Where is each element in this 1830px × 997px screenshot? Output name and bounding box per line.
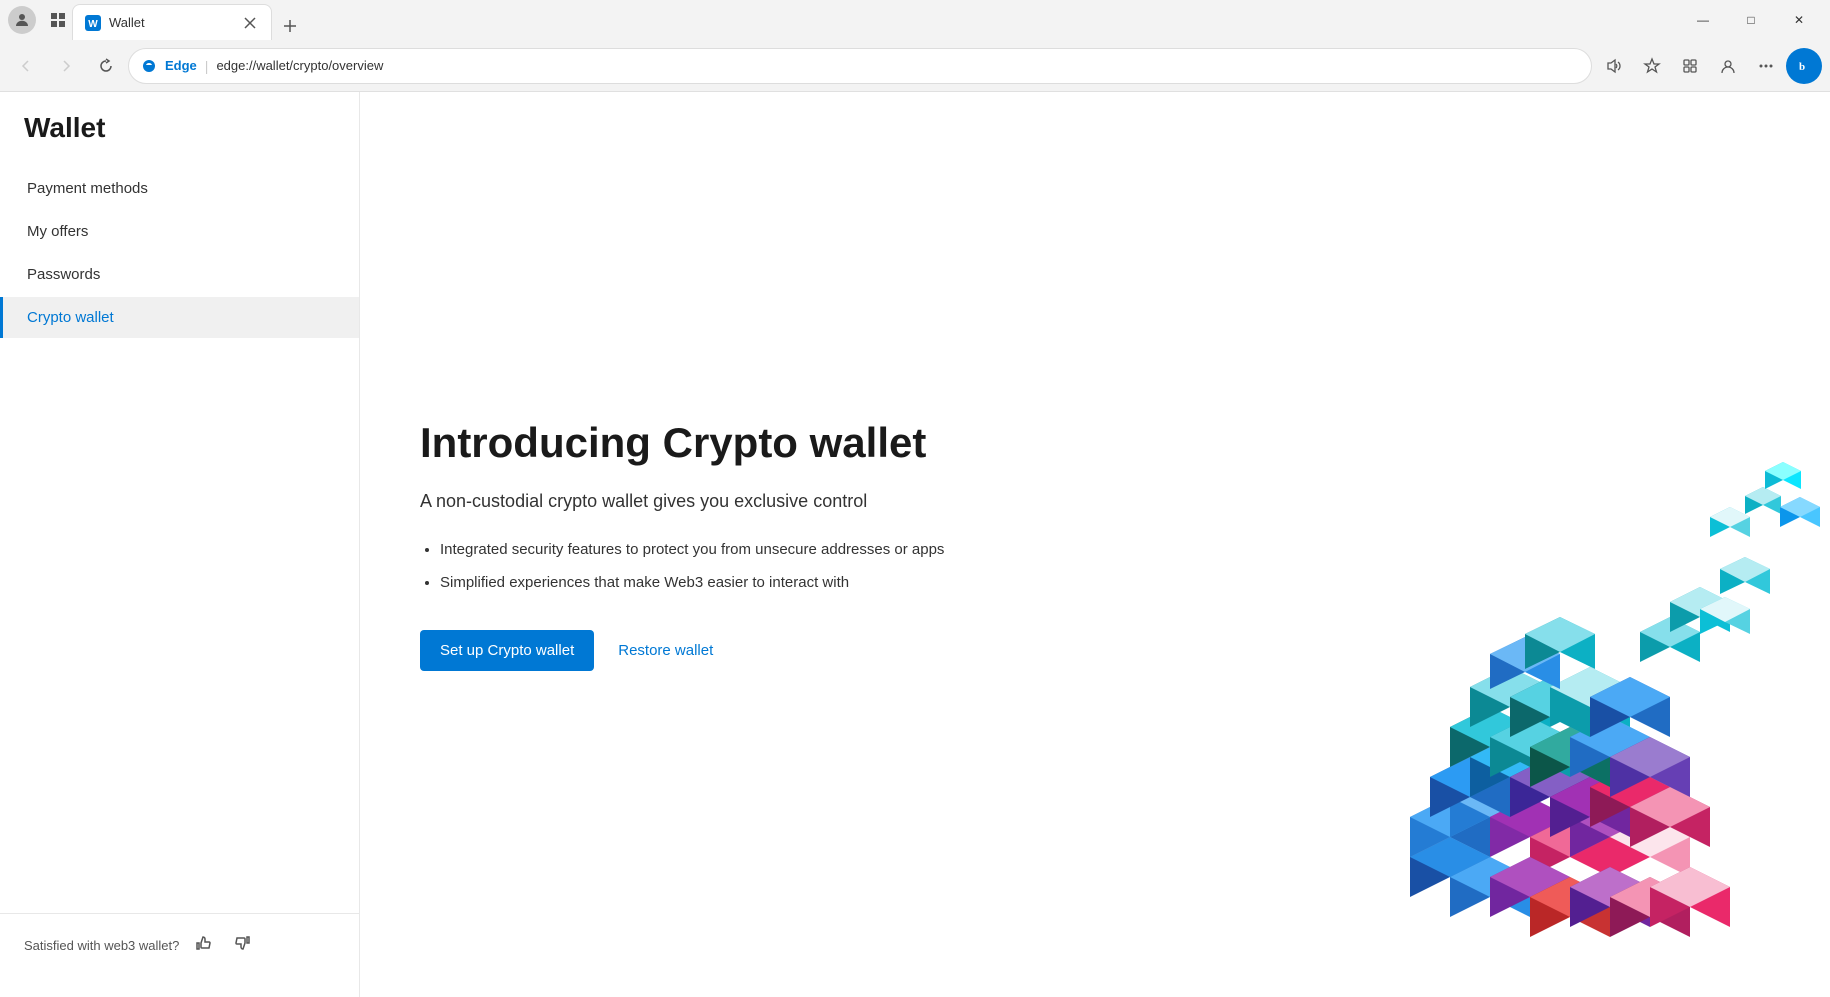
maximize-button[interactable]: □ [1728, 4, 1774, 36]
restore-wallet-link[interactable]: Restore wallet [618, 642, 713, 659]
tab-bar: W Wallet [72, 0, 1680, 40]
sidebar-item-my-offers[interactable]: My offers [0, 211, 359, 252]
title-bar-left [8, 6, 72, 34]
button-row: Set up Crypto wallet Restore wallet [420, 630, 944, 671]
sidebar-title: Wallet [0, 112, 359, 168]
more-button[interactable] [1748, 48, 1784, 84]
active-tab[interactable]: W Wallet [72, 4, 272, 40]
back-button[interactable] [8, 48, 44, 84]
address-text: edge://wallet/crypto/overview [216, 58, 1579, 73]
collections-button[interactable] [1672, 48, 1708, 84]
sidebar-footer: Satisfied with web3 wallet? [0, 913, 359, 977]
edge-favicon [141, 58, 157, 74]
refresh-button[interactable] [88, 48, 124, 84]
feature-list: Integrated security features to protect … [420, 539, 944, 594]
thumbs-up-button[interactable] [191, 930, 217, 961]
address-bar[interactable]: Edge | edge://wallet/crypto/overview [128, 48, 1592, 84]
window-controls: — □ ✕ [1680, 4, 1822, 36]
tab-close-button[interactable] [241, 14, 259, 32]
setup-crypto-wallet-button[interactable]: Set up Crypto wallet [420, 630, 594, 671]
tab-favicon: W [85, 15, 101, 31]
title-bar: W Wallet — □ ✕ [0, 0, 1830, 40]
sidebar-item-payment-methods[interactable]: Payment methods [0, 168, 359, 209]
sidebar: Wallet Payment methods My offers Passwor… [0, 92, 360, 997]
close-button[interactable]: ✕ [1776, 4, 1822, 36]
edge-label: Edge [165, 58, 197, 73]
nav-right-buttons: b [1596, 48, 1822, 84]
content-text: Introducing Crypto wallet A non-custodia… [420, 418, 944, 671]
sidebar-nav: Payment methods My offers Passwords Cryp… [0, 168, 359, 913]
profile-button[interactable] [1710, 48, 1746, 84]
svg-text:b: b [1799, 61, 1805, 73]
sub-heading: A non-custodial crypto wallet gives you … [420, 488, 944, 515]
thumbs-down-button[interactable] [229, 930, 255, 961]
content-area: Introducing Crypto wallet A non-custodia… [360, 92, 1830, 997]
svg-text:W: W [88, 19, 98, 30]
read-aloud-button[interactable] [1596, 48, 1632, 84]
profile-icon[interactable] [8, 6, 36, 34]
tab-title: Wallet [109, 15, 233, 30]
bing-button[interactable]: b [1786, 48, 1822, 84]
feature-item-1: Integrated security features to protect … [440, 539, 944, 562]
forward-button[interactable] [48, 48, 84, 84]
nav-bar: Edge | edge://wallet/crypto/overview b [0, 40, 1830, 92]
crypto-illustration [1350, 417, 1830, 997]
main-area: Wallet Payment methods My offers Passwor… [0, 92, 1830, 997]
feature-item-2: Simplified experiences that make Web3 ea… [440, 572, 944, 595]
address-divider: | [205, 58, 209, 74]
sidebar-item-passwords[interactable]: Passwords [0, 254, 359, 295]
tab-grid-icon[interactable] [44, 6, 72, 34]
favorites-button[interactable] [1634, 48, 1670, 84]
minimize-button[interactable]: — [1680, 4, 1726, 36]
satisfied-text: Satisfied with web3 wallet? [24, 938, 179, 953]
sidebar-item-crypto-wallet[interactable]: Crypto wallet [0, 297, 359, 338]
new-tab-button[interactable] [276, 12, 304, 40]
main-heading: Introducing Crypto wallet [420, 418, 944, 468]
